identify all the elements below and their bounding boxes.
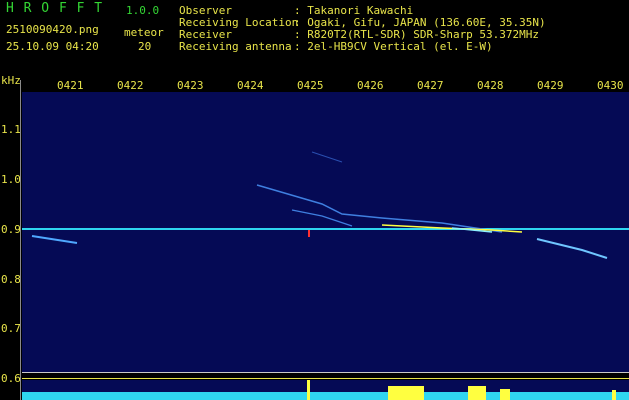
spectrogram-traces [22,151,629,259]
meteor-trace [256,184,503,233]
freq-tick: 1.1 [1,123,21,136]
time-tick: 0428 [477,79,504,92]
file-name: 2510090420.png [6,23,99,36]
info-antenna-value: : 2el-HB9CV Vertical (el. E-W) [294,40,493,53]
meteor-count: 20 [138,40,152,53]
signal-strength-bars [22,380,629,400]
frequency-axis-line [20,80,21,400]
spectrogram [22,92,629,372]
meteor-trace [311,151,343,163]
date-time: 25.10.09 04:20 [6,40,99,53]
freq-tick: 0.6 [1,372,21,385]
freq-tick: 1.0 [1,173,21,186]
freq-tick: 0.7 [1,322,21,335]
baseline-line [22,378,629,379]
time-tick: 0421 [57,79,84,92]
meteor-trace [291,209,353,227]
meteor-trace [536,238,608,259]
freq-tick: 0.9 [1,223,21,236]
time-tick: 0426 [357,79,384,92]
hrofft-screen: H R O F F T 1.0.0 2510090420.png meteor … [0,0,629,400]
freq-tick: 0.8 [1,273,21,286]
time-tick: 0423 [177,79,204,92]
freq-unit-label: kHz [1,74,21,87]
app-title: H R O F F T [6,1,104,16]
app-version: 1.0.0 [126,4,160,17]
time-tick: 0422 [117,79,144,92]
meteor-label: meteor [124,26,164,39]
time-tick: 0427 [417,79,444,92]
time-tick: 0425 [297,79,324,92]
baseline-line [22,372,629,373]
meteor-ping [308,230,310,237]
time-tick: 0429 [537,79,564,92]
time-tick: 0424 [237,79,264,92]
time-tick: 0430 [597,79,624,92]
meteor-trace [31,235,78,244]
info-antenna-label: Receiving antenna [179,40,292,53]
signal-strength-strip [22,380,629,400]
